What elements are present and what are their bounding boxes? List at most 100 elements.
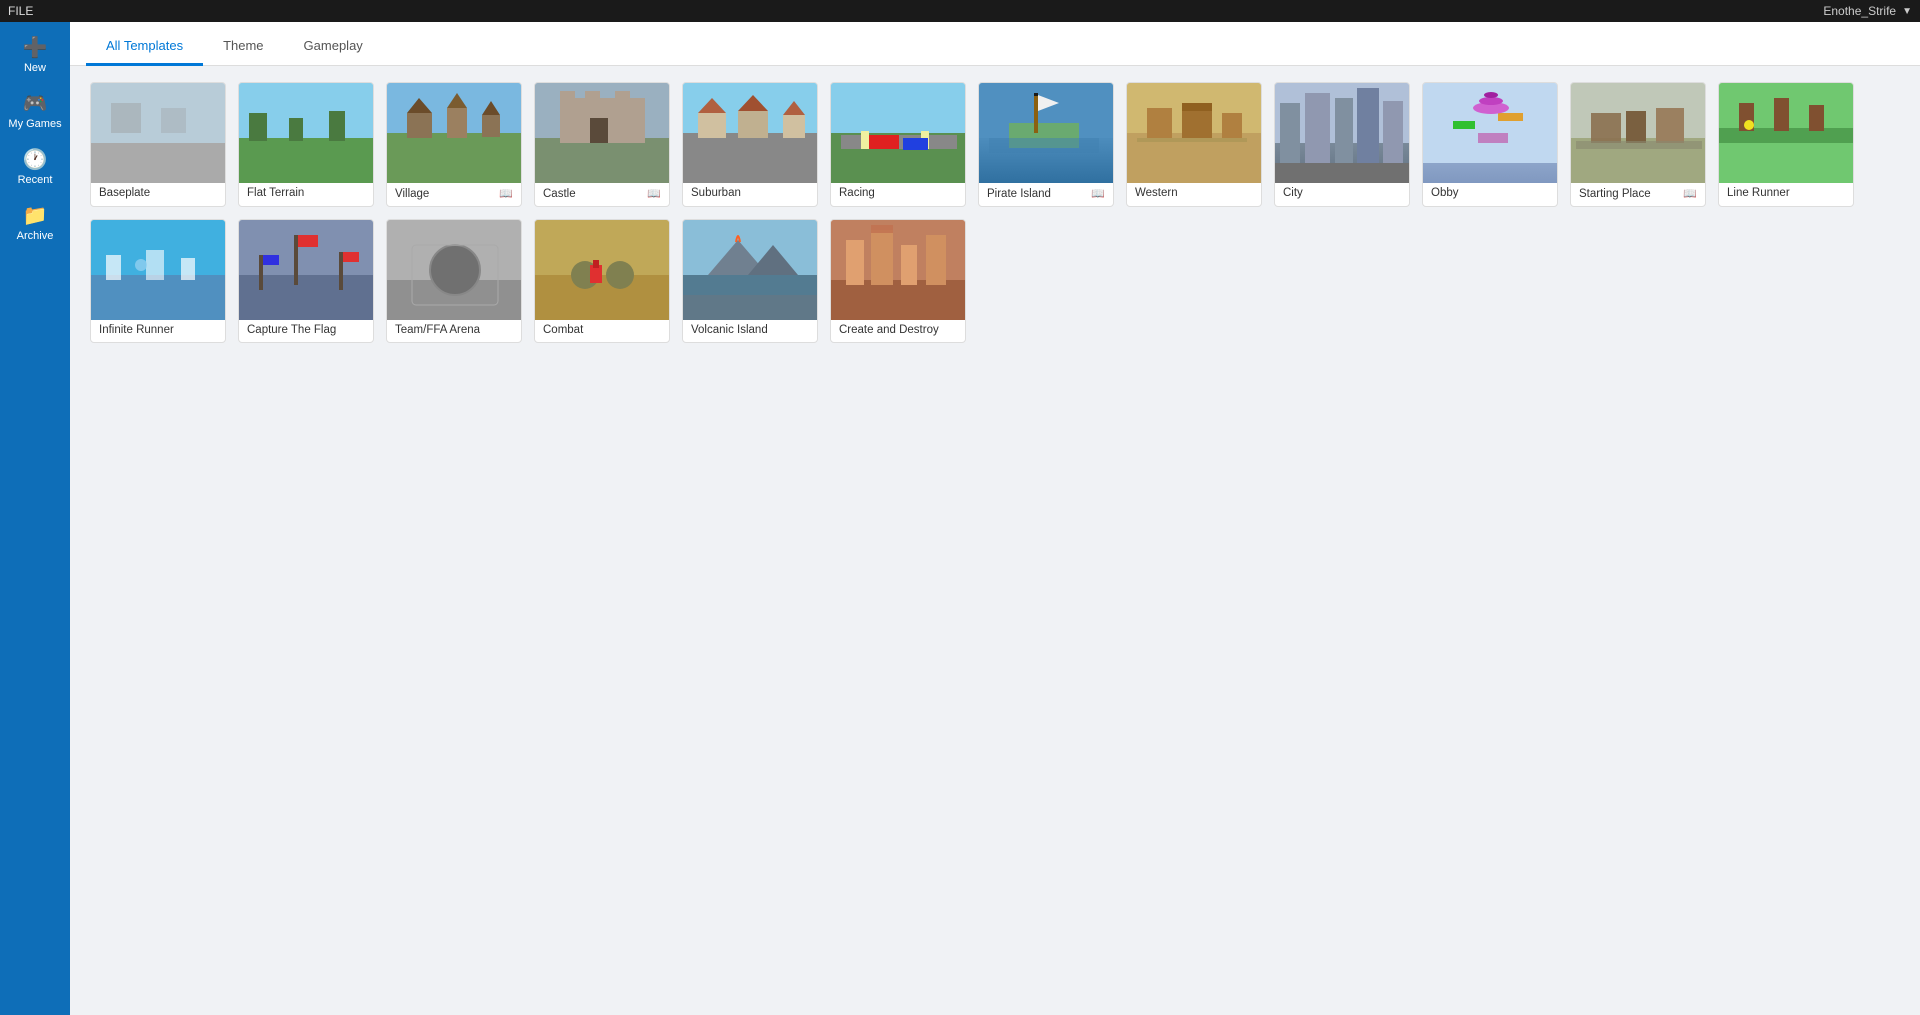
template-card-create-and-destroy[interactable]: Create and Destroy <box>830 219 966 343</box>
tabs-bar: All Templates Theme Gameplay <box>70 22 1920 66</box>
template-name-flat-terrain: Flat Terrain <box>247 187 304 199</box>
template-thumb-volcanic-island <box>683 220 818 320</box>
template-thumb-capture-the-flag <box>239 220 374 320</box>
template-name-village: Village <box>395 188 429 200</box>
book-icon-castle: 📖 <box>647 187 661 200</box>
template-thumb-city <box>1275 83 1410 183</box>
sidebar-item-new-label: New <box>24 62 46 74</box>
template-name-baseplate: Baseplate <box>99 187 150 199</box>
template-thumb-infinite-runner <box>91 220 226 320</box>
template-name-capture-the-flag: Capture The Flag <box>247 324 336 336</box>
template-label-obby: Obby <box>1423 183 1557 205</box>
template-label-suburban: Suburban <box>683 183 817 205</box>
recent-icon: 🕐 <box>23 150 48 170</box>
template-name-pirate-island: Pirate Island <box>987 188 1051 200</box>
template-name-infinite-runner: Infinite Runner <box>99 324 174 336</box>
template-card-suburban[interactable]: Suburban <box>682 82 818 207</box>
template-card-village[interactable]: Village 📖 <box>386 82 522 207</box>
template-grid-container: Baseplate Flat Terrain Village 📖 Castle 📖 Subu… <box>70 66 1920 1015</box>
template-label-infinite-runner: Infinite Runner <box>91 320 225 342</box>
sidebar-item-my-games[interactable]: 🎮 My Games <box>0 86 70 138</box>
template-label-combat: Combat <box>535 320 669 342</box>
template-label-flat-terrain: Flat Terrain <box>239 183 373 205</box>
book-icon-pirate-island: 📖 <box>1091 187 1105 200</box>
template-label-volcanic-island: Volcanic Island <box>683 320 817 342</box>
sidebar-item-archive-label: Archive <box>17 230 54 242</box>
template-thumb-baseplate <box>91 83 226 183</box>
content-area: All Templates Theme Gameplay Baseplate Fl… <box>70 22 1920 1015</box>
template-thumb-suburban <box>683 83 818 183</box>
template-name-city: City <box>1283 187 1303 199</box>
template-card-capture-the-flag[interactable]: Capture The Flag <box>238 219 374 343</box>
sidebar-item-archive[interactable]: 📁 Archive <box>0 198 70 250</box>
top-bar-left: FILE <box>8 4 33 18</box>
template-card-flat-terrain[interactable]: Flat Terrain <box>238 82 374 207</box>
template-label-line-runner: Line Runner <box>1719 183 1853 205</box>
template-thumb-obby <box>1423 83 1558 183</box>
my-games-icon: 🎮 <box>23 94 48 114</box>
template-card-line-runner[interactable]: Line Runner <box>1718 82 1854 207</box>
template-thumb-team-ffa-arena <box>387 220 522 320</box>
username-label: Enothe_Strife <box>1823 4 1896 18</box>
template-name-obby: Obby <box>1431 187 1459 199</box>
template-thumb-combat <box>535 220 670 320</box>
template-label-village: Village 📖 <box>387 183 521 206</box>
template-card-starting-place[interactable]: Starting Place 📖 <box>1570 82 1706 207</box>
new-icon: ➕ <box>23 38 48 58</box>
template-card-castle[interactable]: Castle 📖 <box>534 82 670 207</box>
template-name-starting-place: Starting Place <box>1579 188 1651 200</box>
template-thumb-racing <box>831 83 966 183</box>
template-card-obby[interactable]: Obby <box>1422 82 1558 207</box>
tab-gameplay[interactable]: Gameplay <box>284 28 383 66</box>
template-card-western[interactable]: Western <box>1126 82 1262 207</box>
template-card-volcanic-island[interactable]: Volcanic Island <box>682 219 818 343</box>
top-bar: FILE Enothe_Strife ▼ <box>0 0 1920 22</box>
template-name-castle: Castle <box>543 188 576 200</box>
template-name-combat: Combat <box>543 324 583 336</box>
template-thumb-pirate-island <box>979 83 1114 183</box>
template-card-infinite-runner[interactable]: Infinite Runner <box>90 219 226 343</box>
template-thumb-western <box>1127 83 1262 183</box>
template-card-racing[interactable]: Racing <box>830 82 966 207</box>
template-name-western: Western <box>1135 187 1178 199</box>
tab-all-templates[interactable]: All Templates <box>86 28 203 66</box>
sidebar-item-my-games-label: My Games <box>8 118 61 130</box>
sidebar: ➕ New 🎮 My Games 🕐 Recent 📁 Archive <box>0 22 70 1015</box>
template-card-combat[interactable]: Combat <box>534 219 670 343</box>
template-grid: Baseplate Flat Terrain Village 📖 Castle 📖 Subu… <box>90 82 1900 343</box>
template-label-castle: Castle 📖 <box>535 183 669 206</box>
template-thumb-village <box>387 83 522 183</box>
template-label-western: Western <box>1127 183 1261 205</box>
template-label-racing: Racing <box>831 183 965 205</box>
template-name-suburban: Suburban <box>691 187 741 199</box>
archive-icon: 📁 <box>23 206 48 226</box>
template-label-baseplate: Baseplate <box>91 183 225 205</box>
sidebar-item-recent-label: Recent <box>18 174 53 186</box>
template-card-team-ffa-arena[interactable]: Team/FFA Arena <box>386 219 522 343</box>
template-label-city: City <box>1275 183 1409 205</box>
tab-theme[interactable]: Theme <box>203 28 283 66</box>
template-thumb-starting-place <box>1571 83 1706 183</box>
book-icon-starting-place: 📖 <box>1683 187 1697 200</box>
template-thumb-line-runner <box>1719 83 1854 183</box>
template-thumb-create-and-destroy <box>831 220 966 320</box>
sidebar-item-recent[interactable]: 🕐 Recent <box>0 142 70 194</box>
template-name-team-ffa-arena: Team/FFA Arena <box>395 324 480 336</box>
template-label-pirate-island: Pirate Island 📖 <box>979 183 1113 206</box>
template-card-pirate-island[interactable]: Pirate Island 📖 <box>978 82 1114 207</box>
template-card-baseplate[interactable]: Baseplate <box>90 82 226 207</box>
dropdown-icon[interactable]: ▼ <box>1902 6 1912 17</box>
template-name-create-and-destroy: Create and Destroy <box>839 324 939 336</box>
template-name-volcanic-island: Volcanic Island <box>691 324 768 336</box>
template-label-capture-the-flag: Capture The Flag <box>239 320 373 342</box>
main-layout: ➕ New 🎮 My Games 🕐 Recent 📁 Archive All … <box>0 22 1920 1015</box>
template-label-team-ffa-arena: Team/FFA Arena <box>387 320 521 342</box>
template-label-starting-place: Starting Place 📖 <box>1571 183 1705 206</box>
template-name-line-runner: Line Runner <box>1727 187 1790 199</box>
sidebar-item-new[interactable]: ➕ New <box>0 30 70 82</box>
template-label-create-and-destroy: Create and Destroy <box>831 320 965 342</box>
book-icon-village: 📖 <box>499 187 513 200</box>
template-name-racing: Racing <box>839 187 875 199</box>
template-card-city[interactable]: City <box>1274 82 1410 207</box>
file-menu[interactable]: FILE <box>8 4 33 18</box>
